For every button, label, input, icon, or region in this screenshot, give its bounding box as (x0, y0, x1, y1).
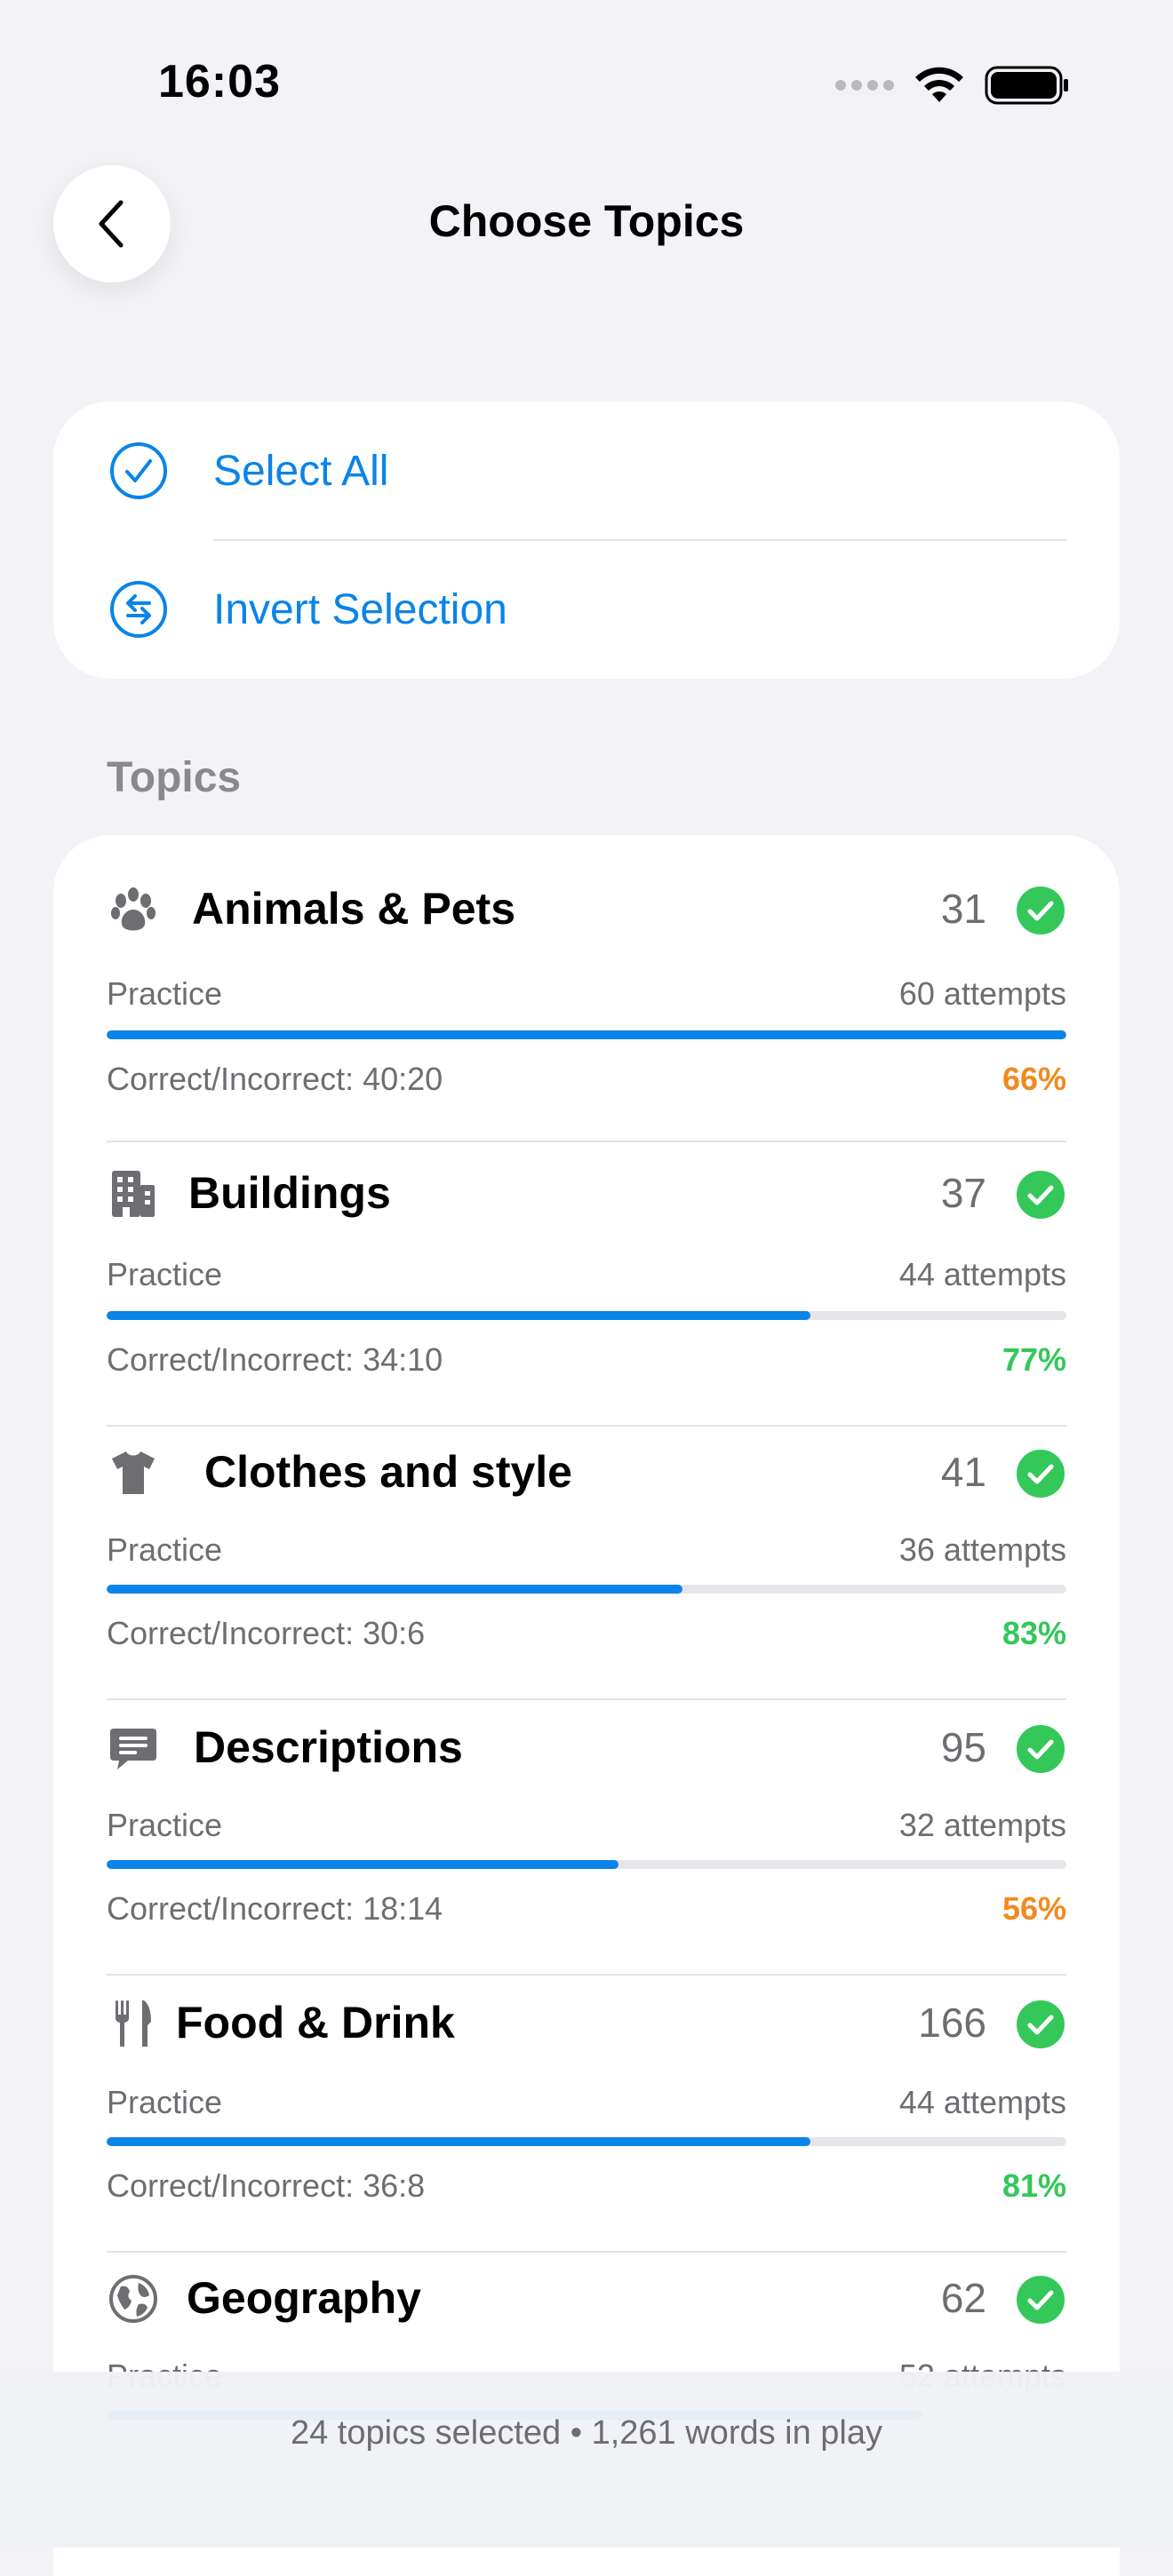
correct-incorrect-ratio: Correct/Incorrect: 30:6 (107, 1615, 426, 1651)
correct-incorrect-ratio: Correct/Incorrect: 34:10 (107, 1341, 443, 1378)
topic-name: Animals & Pets (192, 884, 516, 934)
progress-bar (107, 1860, 1066, 1869)
topics-list: Animals & Pets 31 Practice 60 attempts C… (53, 835, 1120, 2576)
fork-knife-icon (116, 2000, 151, 2047)
topic-name: Clothes and style (204, 1447, 572, 1497)
wifi-icon (915, 67, 963, 102)
attempts-count: 44 attempts (898, 1256, 1066, 1292)
topic-word-count: 62 (940, 2275, 986, 2321)
checkmark-circle-filled-icon[interactable] (1017, 1171, 1065, 1219)
swap-arrows-circle-icon (110, 581, 167, 638)
accuracy-percent: 83% (1001, 1615, 1066, 1651)
select-all-label: Select All (213, 447, 389, 495)
checkmark-circle-filled-icon[interactable] (1017, 1450, 1065, 1498)
attempts-count: 36 attempts (898, 1531, 1066, 1568)
correct-incorrect-ratio: Correct/Incorrect: 18:14 (107, 1890, 443, 1927)
practice-label: Practice (107, 1531, 223, 1568)
attempts-count: 44 attempts (898, 2084, 1066, 2120)
accuracy-percent: 81% (1001, 2167, 1066, 2204)
progress-fill (107, 1585, 682, 1594)
topic-row[interactable]: Descriptions 95 Practice 32 attempts Cor… (53, 1707, 1120, 1976)
signal-dots-icon (835, 80, 894, 91)
selection-summary-footer: 24 topics selected • 1,261 words in play (0, 2372, 1173, 2548)
checkmark-circle-filled-icon[interactable] (1017, 2000, 1065, 2048)
status-icons (835, 66, 1070, 105)
paw-icon (111, 887, 156, 931)
progress-bar (107, 1585, 1066, 1594)
navigation-bar: Choose Topics (0, 160, 1173, 284)
practice-label: Practice (107, 975, 223, 1012)
divider (107, 1141, 1066, 1142)
practice-label: Practice (107, 1256, 223, 1292)
topic-word-count: 95 (940, 1724, 986, 1770)
checkmark-circle-filled-icon[interactable] (1017, 2276, 1065, 2324)
topic-name: Food & Drink (176, 1998, 455, 2047)
topic-word-count: 41 (940, 1449, 986, 1495)
practice-label: Practice (107, 1807, 223, 1843)
accuracy-percent: 66% (1001, 1061, 1066, 1097)
checkmark-circle-icon (110, 442, 167, 499)
topic-row[interactable]: Clothes and style 41 Practice 36 attempt… (53, 1432, 1120, 1700)
select-all-button[interactable]: Select All (53, 402, 1120, 540)
topic-word-count: 31 (940, 886, 986, 932)
page-title: Choose Topics (428, 196, 745, 246)
selection-actions-card: Select All Invert Selection (53, 402, 1120, 679)
building-icon (112, 1171, 155, 1217)
speech-bubble-icon (110, 1729, 156, 1769)
topic-name: Buildings (188, 1168, 391, 1218)
topic-row[interactable]: Animals & Pets 31 Practice 60 attempts C… (53, 869, 1120, 1142)
progress-fill (107, 1860, 618, 1869)
invert-selection-button[interactable]: Invert Selection (53, 540, 1120, 679)
divider (107, 1974, 1066, 1976)
checkmark-circle-filled-icon[interactable] (1017, 886, 1065, 934)
attempts-count: 60 attempts (898, 975, 1066, 1012)
topic-word-count: 166 (918, 2000, 986, 2046)
globe-icon (109, 2275, 157, 2323)
correct-incorrect-ratio: Correct/Incorrect: 36:8 (107, 2167, 426, 2204)
progress-fill (107, 1311, 810, 1320)
accuracy-percent: 77% (1001, 1341, 1066, 1378)
accuracy-percent: 56% (1001, 1890, 1066, 1927)
attempts-count: 32 attempts (898, 1807, 1066, 1843)
topic-row[interactable]: Buildings 37 Practice 44 attempts Correc… (53, 1153, 1120, 1427)
status-time: 16:03 (158, 56, 281, 107)
tshirt-icon (112, 1451, 155, 1494)
progress-bar (107, 2137, 1066, 2146)
divider (107, 1698, 1066, 1700)
topic-name: Geography (187, 2273, 421, 2323)
progress-bar (107, 1030, 1066, 1039)
practice-label: Practice (107, 2084, 223, 2120)
divider (107, 1425, 1066, 1427)
invert-selection-label: Invert Selection (213, 585, 507, 633)
progress-fill (107, 2137, 810, 2146)
correct-incorrect-ratio: Correct/Incorrect: 40:20 (107, 1061, 443, 1097)
topic-word-count: 37 (940, 1170, 986, 1216)
divider (107, 2251, 1066, 2253)
checkmark-circle-filled-icon[interactable] (1017, 1725, 1065, 1773)
selection-summary: 24 topics selected • 1,261 words in play (290, 2414, 883, 2452)
progress-bar (107, 1311, 1066, 1320)
progress-fill (107, 1030, 1066, 1039)
status-bar: 16:03 (0, 0, 1173, 160)
battery-icon (985, 66, 1068, 105)
topic-name: Descriptions (194, 1722, 463, 1772)
section-header-topics: Topics (107, 754, 242, 801)
topic-row[interactable]: Food & Drink 166 Practice 44 attempts Co… (53, 1983, 1120, 2253)
